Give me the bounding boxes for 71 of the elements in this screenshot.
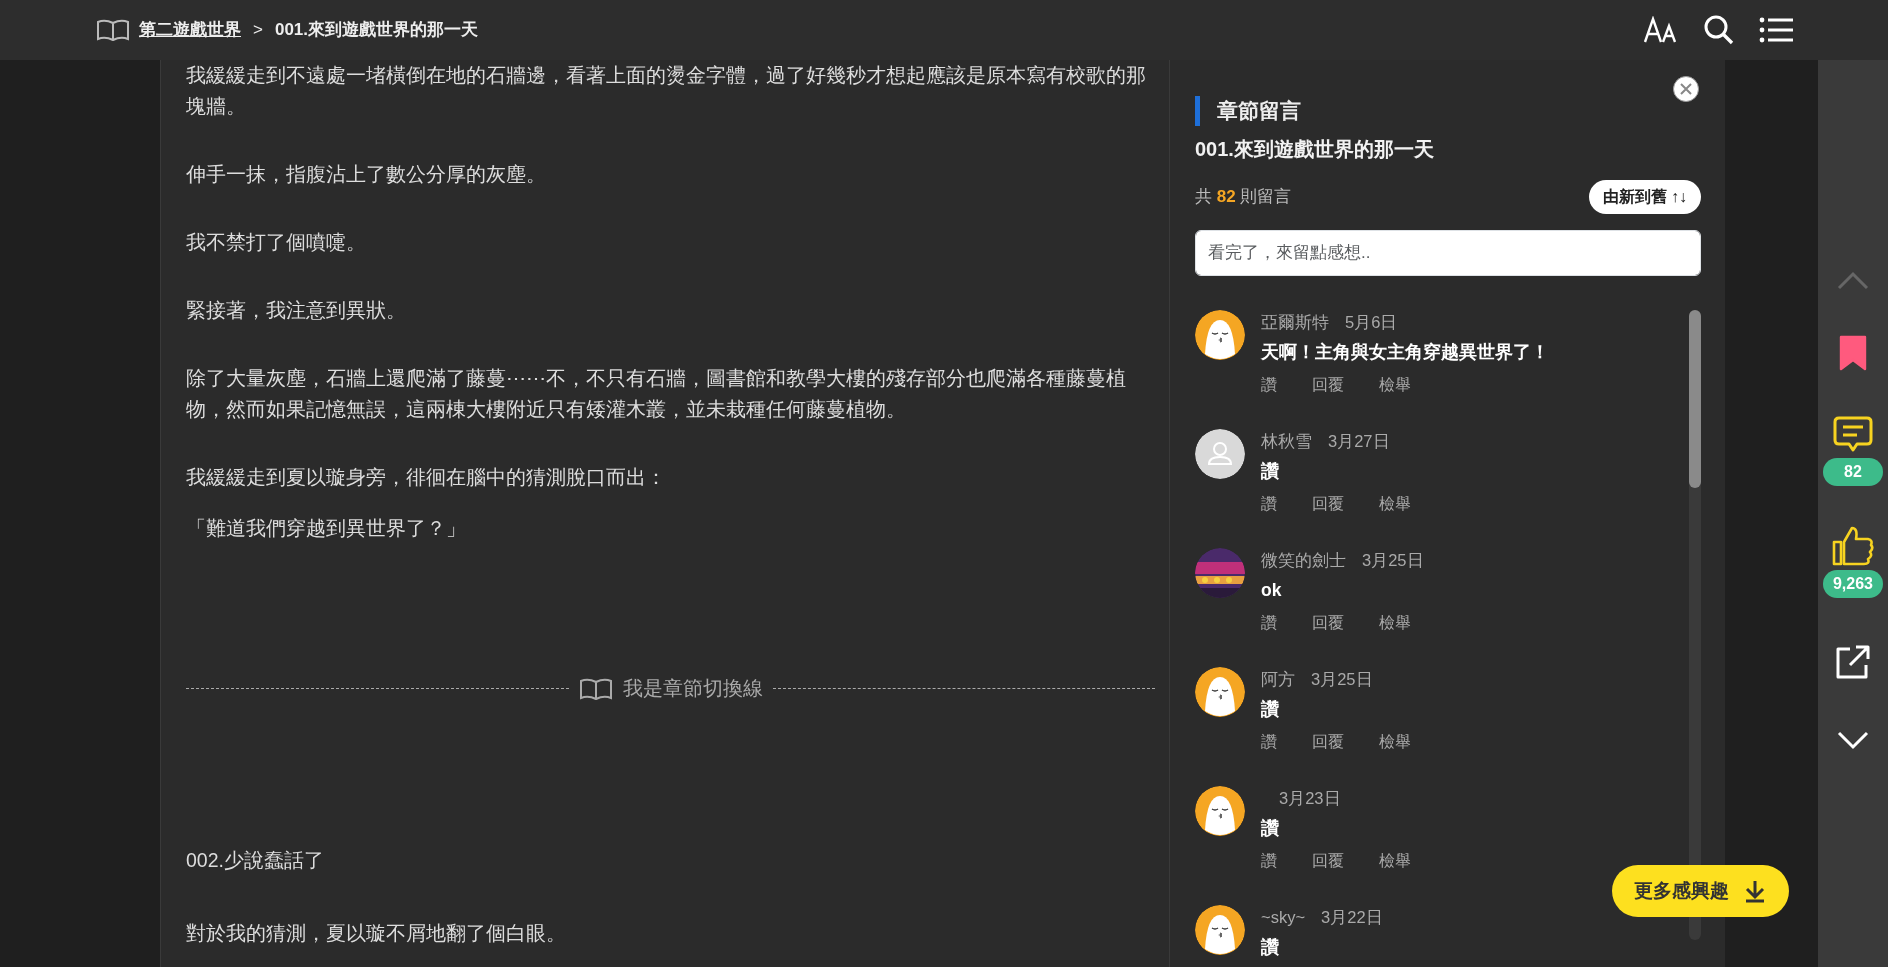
comment-date: 3月25日 — [1362, 550, 1424, 571]
panel-title: 章節留言 — [1195, 96, 1701, 126]
paragraph: 對於我的猜測，夏以璇不屑地翻了個白眼。 — [186, 921, 567, 947]
commenter-name[interactable]: 阿方 — [1261, 667, 1295, 692]
font-size-icon — [1643, 16, 1679, 44]
chevron-down-icon[interactable] — [1837, 731, 1869, 751]
paragraph: 我緩緩走到夏以璇身旁，徘徊在腦中的猜測脫口而出： — [186, 465, 667, 490]
comment-text: 讚 — [1261, 459, 1280, 483]
paragraph: 除了大量灰塵，石牆上還爬滿了藤蔓⋯⋯不，不只有石牆，圖書館和教學大樓的殘存部分也爬滿各種藤蔓植物，然而如果記憶無誤，這兩棟大樓附近只有矮灌木叢，並未栽種任何藤蔓植物。 — [186, 366, 1127, 422]
paragraph: 緊接著，我注意到異狀。 — [186, 298, 407, 323]
commenter-name[interactable]: ~sky~ — [1261, 905, 1306, 930]
comment-count-badge: 82 — [1823, 458, 1883, 486]
reply-link[interactable]: 回覆 — [1312, 733, 1344, 750]
report-link[interactable]: 檢舉 — [1379, 852, 1411, 869]
avatar-icon — [1195, 905, 1245, 955]
bookmark-icon[interactable] — [1839, 335, 1867, 371]
font-size-button[interactable] — [1643, 16, 1679, 44]
avatar-icon — [1195, 429, 1245, 479]
paragraph: 我緩緩走到不遠處一堵橫倒在地的石牆邊，看著上面的燙金字體，過了好幾秒才想起應該是原本寫有校歌的那塊牆。 — [186, 63, 1147, 119]
search-icon[interactable] — [1703, 14, 1735, 46]
breadcrumb-separator: > — [253, 19, 263, 42]
book-icon[interactable] — [95, 17, 131, 43]
comment-date: 3月22日 — [1321, 907, 1383, 928]
comment-input[interactable]: 看完了，來留點感想.. — [1195, 230, 1701, 276]
thumbs-up-icon[interactable] — [1832, 526, 1874, 566]
paragraph: 伸手一抹，指腹沾上了數公分厚的灰塵。 — [186, 162, 547, 187]
book-title-link[interactable]: 第二遊戲世界 — [139, 17, 241, 43]
comment-text: 讚 — [1261, 816, 1280, 840]
report-link[interactable]: 檢舉 — [1379, 733, 1411, 750]
reply-link[interactable]: 回覆 — [1312, 376, 1344, 393]
report-link[interactable]: 檢舉 — [1379, 614, 1411, 631]
like-link[interactable]: 讚 — [1261, 376, 1277, 393]
report-link[interactable]: 檢舉 — [1379, 495, 1411, 512]
avatar-icon — [1195, 667, 1245, 717]
reply-link[interactable]: 回覆 — [1312, 614, 1344, 631]
comment-date: 3月27日 — [1328, 431, 1390, 452]
paragraph: 「難道我們穿越到異世界了？」 — [186, 516, 467, 541]
reply-link[interactable]: 回覆 — [1312, 495, 1344, 512]
close-icon — [1680, 83, 1692, 95]
comment-count: 共 82 則留言 — [1195, 186, 1292, 209]
comment-text: ok — [1261, 578, 1283, 602]
share-icon[interactable] — [1834, 643, 1872, 681]
comment-icon[interactable] — [1833, 416, 1873, 454]
comment-text: 天啊！主角與女主角穿越異世界了！ — [1261, 340, 1550, 364]
chapter-title: 001.來到遊戲世界的那一天 — [274, 19, 479, 42]
comment-text: 讚 — [1261, 935, 1280, 959]
chapter-title: 001.來到遊戲世界的那一天 — [1195, 137, 1435, 162]
like-count-badge: 9,263 — [1823, 570, 1883, 598]
more-button[interactable]: 更多感興趣 — [1612, 864, 1789, 917]
like-link[interactable]: 讚 — [1261, 733, 1277, 750]
comment-date: 5月6日 — [1345, 312, 1398, 333]
sort-button[interactable]: 由新到舊 ↑↓ — [1588, 180, 1701, 214]
report-link[interactable]: 檢舉 — [1379, 376, 1411, 393]
avatar-icon — [1195, 786, 1245, 836]
like-link[interactable]: 讚 — [1261, 852, 1277, 869]
comment-date: 3月23日 — [1279, 788, 1341, 809]
divider-label: 我是章節切換線 — [622, 676, 763, 701]
commenter-name[interactable]: 亞爾斯特 — [1261, 310, 1329, 335]
comment-date: 3月25日 — [1311, 669, 1373, 690]
avatar-icon — [1195, 310, 1245, 360]
reply-link[interactable]: 回覆 — [1312, 852, 1344, 869]
like-link[interactable]: 讚 — [1261, 495, 1277, 512]
commenter-name[interactable]: 林秋雪 — [1261, 429, 1312, 454]
comment-text: 讚 — [1261, 697, 1280, 721]
chapter-heading: 002.少說蠢話了 — [186, 848, 325, 874]
like-link[interactable]: 讚 — [1261, 614, 1277, 631]
paragraph: 我不禁打了個噴嚏。 — [186, 230, 367, 255]
download-icon — [1743, 878, 1767, 903]
close-button[interactable] — [1673, 76, 1699, 102]
menu-icon[interactable] — [1759, 16, 1793, 44]
commenter-name[interactable]: 微笑的劍士 — [1261, 548, 1346, 573]
